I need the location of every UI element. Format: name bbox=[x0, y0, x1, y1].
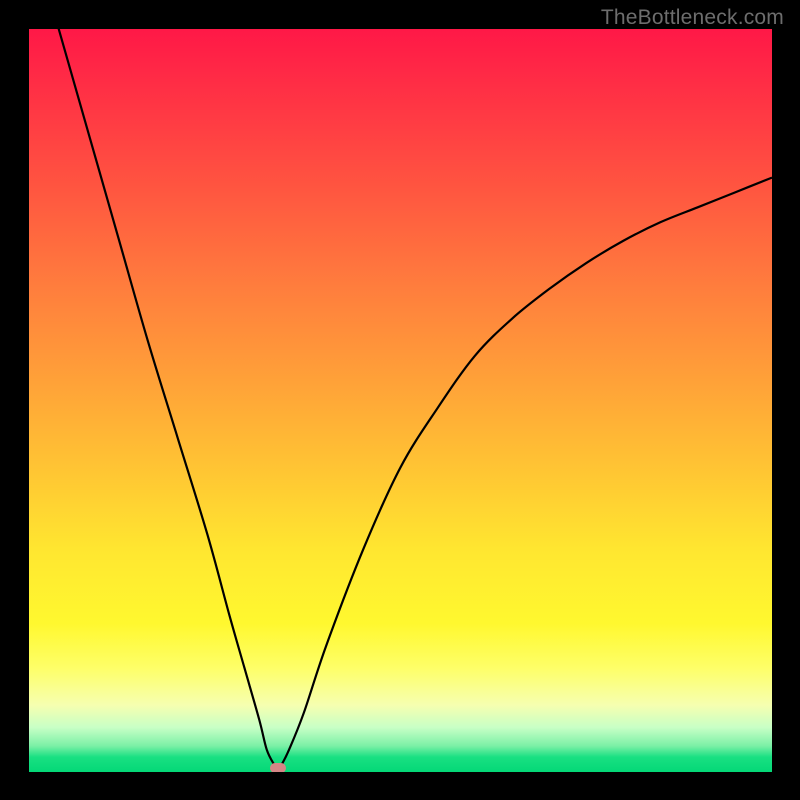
plot-area bbox=[29, 29, 772, 772]
bottleneck-curve bbox=[29, 29, 772, 772]
minimum-marker bbox=[270, 763, 286, 772]
chart-container: TheBottleneck.com bbox=[0, 0, 800, 800]
watermark-text: TheBottleneck.com bbox=[601, 6, 784, 30]
